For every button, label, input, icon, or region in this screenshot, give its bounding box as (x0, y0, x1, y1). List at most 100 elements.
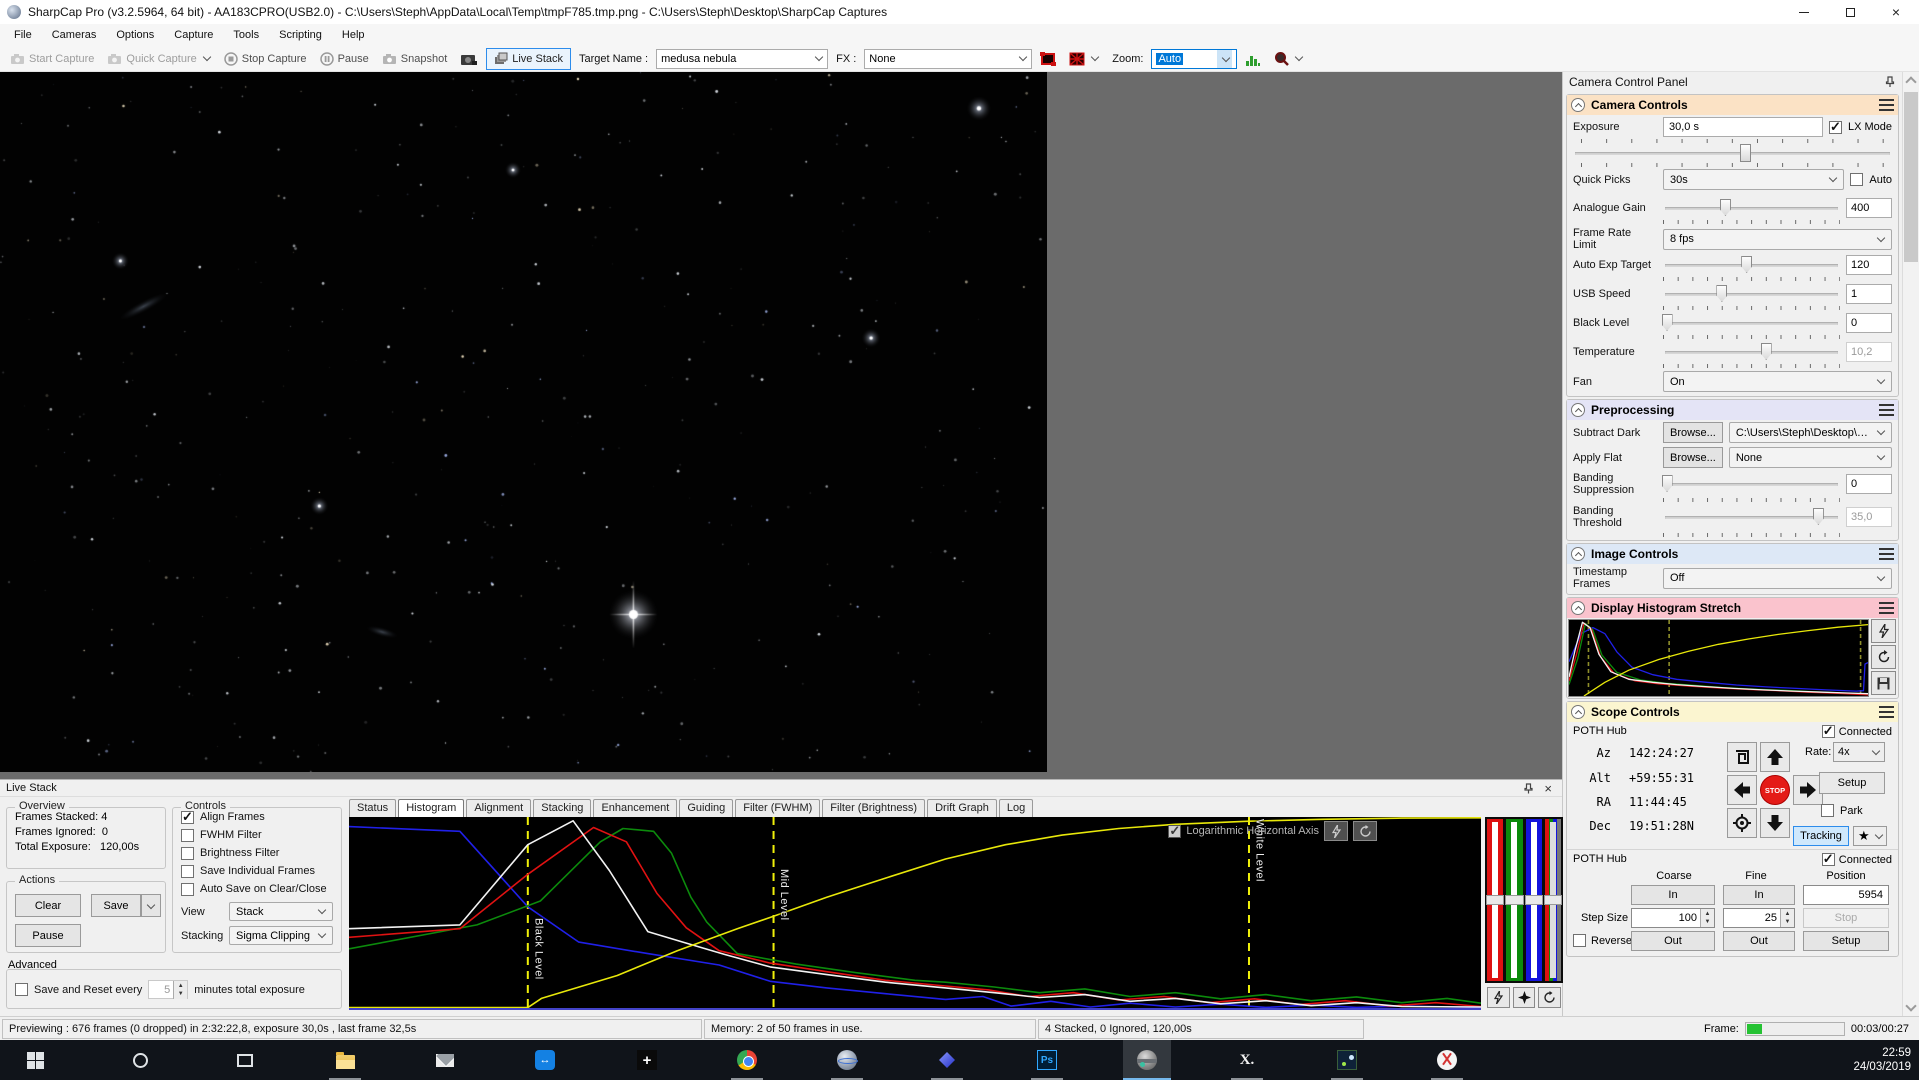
subtract-dark-combo[interactable]: C:\Users\Steph\Desktop\SharpC... (1728, 422, 1892, 443)
stacking-combo[interactable]: Sigma Clipping (229, 926, 333, 945)
slew-left-button[interactable] (1727, 775, 1757, 805)
auto-exp-target-value[interactable]: 120 (1846, 255, 1892, 275)
tab-guiding[interactable]: Guiding (679, 799, 734, 817)
exposure-slider[interactable] (1573, 143, 1892, 163)
mount-setup-button[interactable]: Setup (1819, 772, 1885, 794)
reticule-button[interactable] (1269, 48, 1308, 70)
apply-stretch-button[interactable] (1512, 987, 1536, 1008)
frame-rate-limit-combo[interactable]: 8 fps (1663, 228, 1892, 250)
exposure-auto-checkbox[interactable] (1850, 173, 1864, 186)
timestamp-frames-combo[interactable]: Off (1663, 567, 1892, 589)
rate-combo[interactable]: 4x (1833, 742, 1885, 762)
reverse-checkbox[interactable] (1573, 934, 1586, 947)
task-view-button[interactable] (221, 1040, 269, 1080)
tab-filter-fwhm-[interactable]: Filter (FWHM) (735, 799, 821, 817)
collapse-icon[interactable] (1571, 547, 1585, 561)
menu-icon[interactable] (1879, 404, 1894, 416)
lx-mode-checkbox[interactable] (1828, 119, 1842, 135)
stop-slew-button[interactable]: STOP (1760, 775, 1790, 805)
taskbar-notepad-plus[interactable]: + (623, 1040, 671, 1080)
live-stack-button[interactable]: Live Stack (486, 47, 571, 70)
menu-capture[interactable]: Capture (164, 24, 223, 46)
coarse-out-button[interactable]: Out (1631, 931, 1715, 951)
slew-up-button[interactable] (1760, 742, 1790, 772)
folder-monitor-camera-button[interactable] (455, 48, 483, 70)
close-panel-icon[interactable]: × (1544, 781, 1552, 796)
goto-target-button[interactable] (1727, 808, 1757, 838)
panel-scrollbar[interactable] (1902, 72, 1919, 1016)
align-frames-checkbox[interactable] (181, 809, 194, 825)
save-button[interactable]: Save (91, 894, 141, 917)
tab-histogram[interactable]: Histogram (398, 799, 465, 818)
menu-scripting[interactable]: Scripting (269, 24, 332, 46)
tab-enhancement[interactable]: Enhancement (593, 799, 678, 817)
blue-slider-handle[interactable] (1524, 895, 1543, 906)
taskbar-sharpcap[interactable] (1123, 1040, 1171, 1080)
black-level-slider[interactable] (1661, 313, 1840, 333)
scroll-down-icon[interactable] (1905, 1000, 1917, 1012)
select-area-button[interactable] (1035, 48, 1061, 70)
tab-alignment[interactable]: Alignment (466, 799, 532, 817)
save-and-reset-checkbox[interactable] (15, 983, 28, 996)
stretch-histogram-plot[interactable] (1568, 619, 1869, 697)
close-button[interactable]: × (1873, 0, 1919, 24)
pin-icon[interactable] (1884, 76, 1896, 88)
log-axis-checkbox[interactable] (1168, 823, 1182, 839)
spinner-arrows-icon[interactable]: ▲ ▼ (1700, 909, 1714, 927)
auto-stretch-button[interactable] (1871, 619, 1896, 643)
brightness-filter-checkbox[interactable] (181, 846, 194, 860)
fx-combo[interactable]: None (864, 48, 1033, 69)
save-individual-frames-checkbox[interactable] (181, 864, 194, 878)
snapshot-button[interactable]: Snapshot (377, 48, 452, 70)
menu-file[interactable]: File (4, 24, 42, 46)
menu-help[interactable]: Help (332, 24, 375, 46)
maximize-button[interactable] (1827, 0, 1873, 24)
exposure-input[interactable]: 30,0 s (1663, 117, 1823, 137)
stop-capture-button[interactable]: Stop Capture (219, 48, 312, 70)
mount-connected-checkbox[interactable] (1821, 723, 1835, 739)
analogue-gain-value[interactable]: 400 (1846, 198, 1892, 218)
fine-in-button[interactable]: In (1723, 885, 1795, 905)
clear-button[interactable]: Clear (15, 894, 81, 917)
red-slider-handle[interactable] (1486, 895, 1505, 906)
menu-icon[interactable] (1879, 548, 1894, 560)
menu-icon[interactable] (1879, 99, 1894, 111)
collapse-icon[interactable] (1571, 403, 1585, 417)
taskbar-astrometry[interactable] (1323, 1040, 1371, 1080)
auto-stretch-button[interactable] (1487, 987, 1510, 1008)
usb-speed-value[interactable]: 1 (1846, 284, 1892, 304)
tab-drift-graph[interactable]: Drift Graph (927, 799, 997, 817)
blue-level-slider[interactable] (1524, 819, 1543, 981)
reset-stretch-button[interactable] (1353, 821, 1377, 841)
slew-preset-combo[interactable]: ★ (1853, 826, 1887, 846)
taskbar-photoshop[interactable]: Ps (1023, 1040, 1071, 1080)
reset-levels-button[interactable] (1538, 987, 1562, 1008)
taskbar-clock[interactable]: 22:59 24/03/2019 (1853, 1046, 1911, 1074)
auto-save-on-clear-close-checkbox[interactable] (181, 882, 194, 896)
zoom-combo[interactable]: Auto (1151, 48, 1238, 69)
menu-cameras[interactable]: Cameras (42, 24, 107, 46)
target-name-combo[interactable]: medusa nebula (656, 48, 829, 69)
taskbar-planetarium[interactable] (823, 1040, 871, 1080)
auto-stretch-button[interactable] (1324, 821, 1348, 841)
collapse-icon[interactable] (1571, 705, 1585, 719)
collapse-icon[interactable] (1571, 601, 1585, 615)
pause-stack-button[interactable]: Pause (15, 924, 81, 947)
quick-picks-combo[interactable]: 30s (1663, 169, 1845, 190)
coarse-in-button[interactable]: In (1631, 885, 1715, 905)
taskbar-teamviewer[interactable]: ↔ (521, 1040, 569, 1080)
quick-capture-button[interactable]: Quick Capture (102, 48, 215, 70)
start-button[interactable] (11, 1040, 59, 1080)
reset-stretch-button[interactable] (1871, 645, 1896, 669)
focuser-setup-button[interactable]: Setup (1803, 931, 1889, 951)
coarse-step-spinner[interactable]: 100 ▲ ▼ (1631, 908, 1715, 928)
green-slider-handle[interactable] (1505, 895, 1524, 906)
fan-combo[interactable]: On (1663, 371, 1892, 392)
green-level-slider[interactable] (1505, 819, 1524, 981)
taskbar-snipping-tool[interactable] (1423, 1040, 1471, 1080)
show-histogram-button[interactable] (1240, 48, 1266, 70)
taskbar-file-explorer[interactable] (321, 1040, 369, 1080)
auto-exp-target-slider[interactable] (1663, 255, 1840, 275)
apply-flat-browse-button[interactable]: Browse... (1663, 447, 1723, 468)
view-combo[interactable]: Stack (229, 902, 333, 921)
